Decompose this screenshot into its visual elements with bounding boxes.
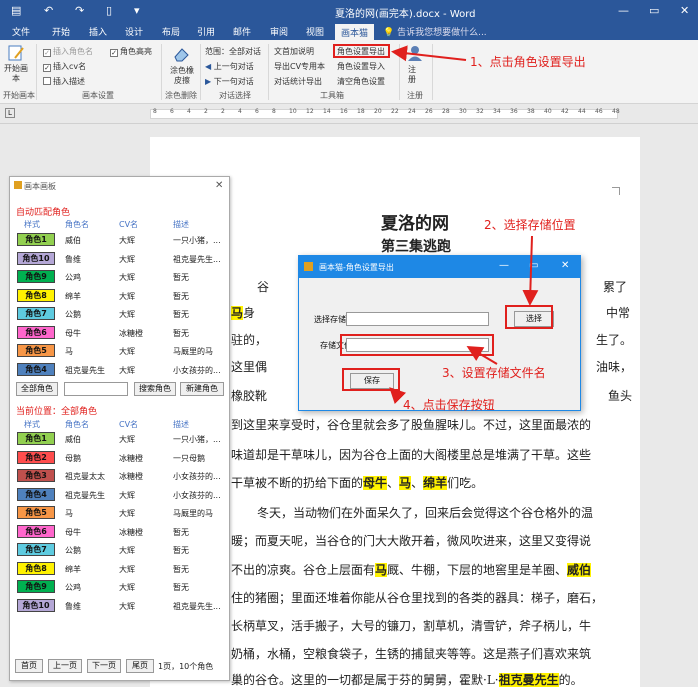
arrow-step4 [389, 387, 407, 405]
arrow-step2 [522, 235, 539, 306]
annotation-step4: 4、点击保存按钮 [403, 398, 495, 412]
annotation-step2: 2、选择存储位置 [484, 218, 576, 232]
arrow-step3 [466, 345, 498, 365]
annotation-arrows [389, 45, 539, 405]
annotation-step3: 3、设置存储文件名 [442, 366, 546, 380]
arrow-step1 [391, 45, 467, 62]
annotation-step1: 1、点击角色设置导出 [470, 55, 586, 69]
